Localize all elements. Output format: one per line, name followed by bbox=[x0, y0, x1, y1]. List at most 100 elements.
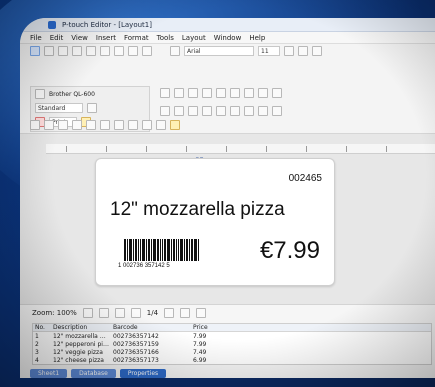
filter-icon[interactable] bbox=[164, 308, 175, 318]
align-center-icon[interactable] bbox=[258, 88, 268, 98]
window-title: P-touch Editor - [Layout1] bbox=[62, 20, 152, 29]
prev-record-icon[interactable] bbox=[98, 308, 109, 318]
select-tool-icon[interactable] bbox=[30, 120, 40, 130]
font-style-a1-icon[interactable] bbox=[160, 88, 170, 98]
format-row-2 bbox=[160, 104, 282, 118]
undo-icon[interactable] bbox=[128, 46, 138, 56]
outdent-icon[interactable] bbox=[202, 106, 212, 116]
font-field[interactable]: Arial bbox=[184, 46, 254, 56]
sort-icon[interactable] bbox=[180, 308, 191, 318]
table-cell: 3 bbox=[35, 348, 39, 356]
paste-icon[interactable] bbox=[114, 46, 124, 56]
frame-icon[interactable] bbox=[230, 106, 240, 116]
align-right-icon[interactable] bbox=[272, 88, 282, 98]
table-row[interactable]: 4 12" cheese pizza 002736357173 6.99 bbox=[33, 356, 431, 364]
open-icon[interactable] bbox=[44, 46, 54, 56]
font-style-a4-icon[interactable] bbox=[202, 88, 212, 98]
paper-row: Standard bbox=[31, 101, 149, 115]
bold-icon[interactable] bbox=[284, 46, 294, 56]
font-style-a2-icon[interactable] bbox=[174, 88, 184, 98]
copy-icon[interactable] bbox=[100, 46, 110, 56]
record-position: 1/4 bbox=[146, 309, 159, 317]
cut-icon[interactable] bbox=[86, 46, 96, 56]
line-tool-icon[interactable] bbox=[58, 120, 68, 130]
table-row[interactable]: 2 12" pepperoni pizza 002736357159 7.99 bbox=[33, 340, 431, 348]
date-tool-icon[interactable] bbox=[142, 120, 152, 130]
workspace: 62mm 002465 12" mozzarella pizza 1 00273… bbox=[20, 134, 435, 304]
menu-insert[interactable]: Insert bbox=[96, 34, 116, 42]
table-cell: 002736357173 bbox=[113, 356, 159, 364]
text-insert-icon[interactable] bbox=[44, 120, 54, 130]
menu-layout[interactable]: Layout bbox=[182, 34, 206, 42]
paper-dropdown-icon[interactable] bbox=[87, 103, 97, 113]
layout-tool-icon[interactable] bbox=[170, 120, 180, 130]
font-style-a5-icon[interactable] bbox=[216, 88, 226, 98]
first-record-icon[interactable] bbox=[82, 308, 93, 318]
bullets-icon[interactable] bbox=[160, 106, 170, 116]
grid-icon[interactable] bbox=[244, 106, 254, 116]
last-record-icon[interactable] bbox=[130, 308, 141, 318]
ruler-tick bbox=[146, 146, 147, 152]
database-nav: Zoom: 100% 1/4 bbox=[20, 305, 435, 321]
font-style-a6-icon[interactable] bbox=[230, 88, 240, 98]
top-ruler bbox=[46, 144, 435, 154]
indent-icon[interactable] bbox=[188, 106, 198, 116]
font-size-field[interactable]: 11 bbox=[258, 46, 280, 56]
print-icon[interactable] bbox=[72, 46, 82, 56]
symbol-tool-icon[interactable] bbox=[128, 120, 138, 130]
paper-select[interactable]: Standard bbox=[35, 103, 83, 113]
screenshot-frame: P-touch Editor - [Layout1] File Edit Vie… bbox=[0, 0, 435, 387]
save-icon[interactable] bbox=[58, 46, 68, 56]
menu-view[interactable]: View bbox=[71, 34, 88, 42]
italic-icon[interactable] bbox=[298, 46, 308, 56]
menu-file[interactable]: File bbox=[30, 34, 42, 42]
tab-sheet1[interactable]: Sheet1 bbox=[30, 369, 68, 378]
barcode-tool-icon[interactable] bbox=[86, 120, 96, 130]
label-barcode[interactable] bbox=[124, 237, 214, 261]
menu-format[interactable]: Format bbox=[124, 34, 149, 42]
underline-icon[interactable] bbox=[312, 46, 322, 56]
search-icon[interactable] bbox=[196, 308, 207, 318]
new-icon[interactable] bbox=[30, 46, 40, 56]
text-tool-icon[interactable] bbox=[170, 46, 180, 56]
menu-window[interactable]: Window bbox=[214, 34, 242, 42]
table-row[interactable]: 1 12" mozzarella pizza 002736357142 7.99 bbox=[33, 332, 431, 340]
title-bar: P-touch Editor - [Layout1] bbox=[20, 18, 435, 32]
redo-icon[interactable] bbox=[142, 46, 152, 56]
more-icon[interactable] bbox=[272, 106, 282, 116]
col-description: Description bbox=[53, 324, 88, 331]
font-style-a3-icon[interactable] bbox=[188, 88, 198, 98]
label-product-name[interactable]: 12" mozzarella pizza bbox=[110, 199, 285, 221]
table-header: No. Description Barcode Price bbox=[33, 324, 431, 332]
label-canvas[interactable]: 002465 12" mozzarella pizza 1 002736 357… bbox=[95, 158, 335, 286]
format-toolbar bbox=[160, 86, 282, 118]
table-row[interactable]: 3 12" veggie pizza 002736357166 7.49 bbox=[33, 348, 431, 356]
tab-database[interactable]: Database bbox=[71, 369, 116, 378]
tab-properties[interactable]: Properties bbox=[119, 369, 167, 378]
table-cell: 7.49 bbox=[193, 348, 207, 356]
menu-tools[interactable]: Tools bbox=[157, 34, 174, 42]
table-tool-icon[interactable] bbox=[156, 120, 166, 130]
image-tool-icon[interactable] bbox=[100, 120, 110, 130]
table-cell: 002736357159 bbox=[113, 340, 159, 348]
label-price[interactable]: €7.99 bbox=[260, 237, 320, 265]
arrange-icon[interactable] bbox=[258, 106, 268, 116]
col-no: No. bbox=[35, 324, 45, 331]
ruler-tick bbox=[106, 146, 107, 152]
rectangle-tool-icon[interactable] bbox=[72, 120, 82, 130]
menu-edit[interactable]: Edit bbox=[50, 34, 64, 42]
align-left-icon[interactable] bbox=[244, 88, 254, 98]
clipart-tool-icon[interactable] bbox=[114, 120, 124, 130]
numbering-icon[interactable] bbox=[174, 106, 184, 116]
database-panel: Zoom: 100% 1/4 No. Description Barcode P… bbox=[20, 304, 435, 378]
label-id-number[interactable]: 002465 bbox=[289, 173, 322, 184]
table-cell: 7.99 bbox=[193, 340, 207, 348]
table-cell: 7.99 bbox=[193, 332, 207, 340]
menu-help[interactable]: Help bbox=[249, 34, 265, 42]
next-record-icon[interactable] bbox=[114, 308, 125, 318]
printer-row: Brother QL-600 bbox=[31, 87, 149, 101]
table-cell: 12" pepperoni pizza bbox=[53, 340, 111, 348]
table-cell: 002736357166 bbox=[113, 348, 159, 356]
line-spacing-icon[interactable] bbox=[216, 106, 226, 116]
table-cell: 002736357142 bbox=[113, 332, 159, 340]
